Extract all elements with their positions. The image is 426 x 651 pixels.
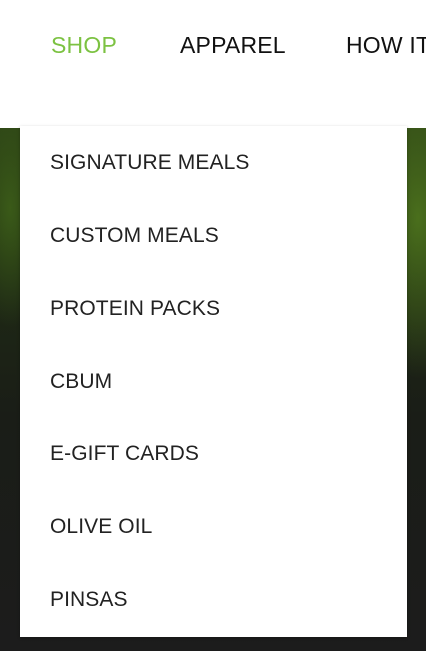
- menu-item-olive-oil[interactable]: OLIVE OIL: [50, 514, 152, 540]
- nav-item-shop[interactable]: SHOP: [51, 30, 117, 60]
- menu-item-cbum[interactable]: CBUM: [50, 369, 112, 395]
- menu-item-protein-packs[interactable]: PROTEIN PACKS: [50, 296, 220, 322]
- menu-item-custom-meals[interactable]: CUSTOM MEALS: [50, 223, 219, 249]
- nav-item-apparel[interactable]: APPAREL: [180, 30, 286, 60]
- screen: SHOP APPAREL HOW IT SIGNATURE MEALS CUST…: [0, 0, 426, 651]
- shop-dropdown-menu: SIGNATURE MEALS CUSTOM MEALS PROTEIN PAC…: [20, 126, 407, 637]
- top-navigation: SHOP APPAREL HOW IT: [0, 0, 426, 128]
- menu-item-signature-meals[interactable]: SIGNATURE MEALS: [50, 150, 249, 176]
- menu-item-pinsas[interactable]: PINSAS: [50, 587, 128, 613]
- nav-item-how-it-works[interactable]: HOW IT: [346, 30, 426, 60]
- menu-item-e-gift-cards[interactable]: E-GIFT CARDS: [50, 441, 199, 467]
